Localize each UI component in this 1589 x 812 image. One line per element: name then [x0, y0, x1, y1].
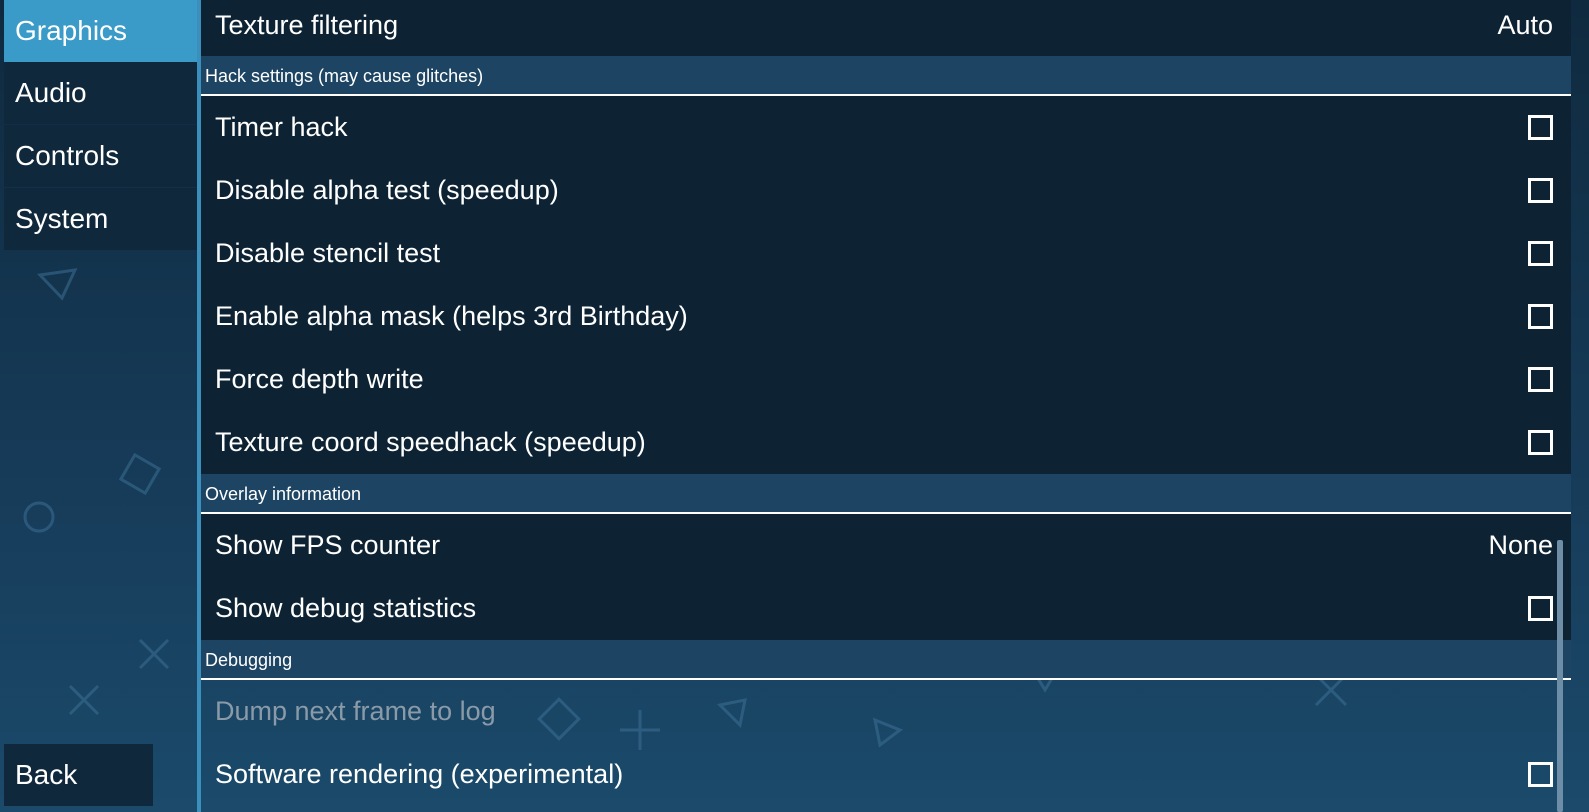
section-header-label: Hack settings (may cause glitches)	[205, 66, 484, 86]
settings-list: Texture filtering Auto Hack settings (ma…	[201, 0, 1571, 812]
section-header-hacks: Hack settings (may cause glitches)	[201, 56, 1571, 96]
tab-system-label: System	[15, 203, 109, 234]
tab-audio[interactable]: Audio	[4, 62, 197, 124]
setting-label: Show FPS counter	[215, 530, 441, 560]
back-button[interactable]: Back	[4, 744, 153, 806]
setting-show-debug-statistics[interactable]: Show debug statistics	[201, 577, 1571, 640]
setting-label: Texture coord speedhack (speedup)	[215, 427, 646, 457]
tab-controls-label: Controls	[15, 140, 120, 171]
setting-texture-coord-speedhack[interactable]: Texture coord speedhack (speedup)	[201, 411, 1571, 474]
checkbox[interactable]	[1528, 367, 1553, 392]
setting-value: Auto	[1497, 10, 1553, 40]
setting-label: Texture filtering	[215, 10, 399, 40]
section-header-label: Debugging	[205, 650, 293, 670]
checkbox[interactable]	[1528, 241, 1553, 266]
setting-label: Software rendering (experimental)	[215, 759, 624, 789]
category-sidebar: Graphics Audio Controls System Back	[0, 0, 199, 812]
setting-software-rendering[interactable]: Software rendering (experimental)	[201, 743, 1571, 806]
setting-disable-stencil-test[interactable]: Disable stencil test	[201, 222, 1571, 285]
setting-label: Show debug statistics	[215, 593, 477, 623]
setting-enable-alpha-mask[interactable]: Enable alpha mask (helps 3rd Birthday)	[201, 285, 1571, 348]
setting-label: Enable alpha mask (helps 3rd Birthday)	[215, 301, 688, 331]
checkbox[interactable]	[1528, 430, 1553, 455]
setting-label: Force depth write	[215, 364, 424, 394]
checkbox[interactable]	[1528, 115, 1553, 140]
back-button-label: Back	[15, 759, 78, 790]
tab-system[interactable]: System	[4, 188, 197, 250]
setting-disable-alpha-test[interactable]: Disable alpha test (speedup)	[201, 159, 1571, 222]
setting-force-depth-write[interactable]: Force depth write	[201, 348, 1571, 411]
setting-timer-hack[interactable]: Timer hack	[201, 96, 1571, 159]
setting-label: Dump next frame to log	[215, 696, 496, 726]
setting-label: Disable alpha test (speedup)	[215, 175, 559, 205]
setting-show-fps-counter[interactable]: Show FPS counter None	[201, 514, 1571, 577]
scrollbar[interactable]	[1557, 540, 1563, 812]
section-header-debugging: Debugging	[201, 640, 1571, 680]
checkbox[interactable]	[1528, 304, 1553, 329]
setting-dump-next-frame[interactable]: Dump next frame to log	[201, 680, 1571, 743]
tab-graphics[interactable]: Graphics	[4, 0, 197, 62]
checkbox[interactable]	[1528, 762, 1553, 787]
setting-label: Timer hack	[215, 112, 348, 142]
section-header-label: Overlay information	[205, 484, 362, 504]
tab-audio-label: Audio	[15, 77, 87, 108]
checkbox[interactable]	[1528, 596, 1553, 621]
tab-controls[interactable]: Controls	[4, 125, 197, 187]
section-header-overlay: Overlay information	[201, 474, 1571, 514]
tab-graphics-label: Graphics	[15, 15, 128, 46]
setting-texture-filtering[interactable]: Texture filtering Auto	[201, 0, 1571, 57]
setting-value: None	[1488, 530, 1553, 560]
checkbox[interactable]	[1528, 178, 1553, 203]
setting-label: Disable stencil test	[215, 238, 441, 268]
